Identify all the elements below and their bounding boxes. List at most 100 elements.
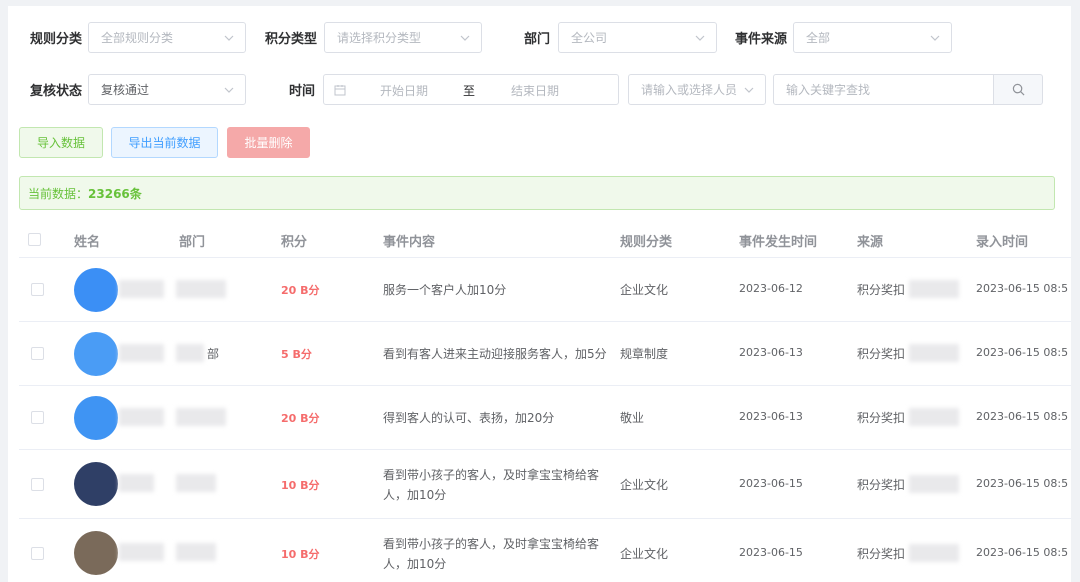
blurred-department — [176, 474, 216, 492]
source: 积分奖扣 — [857, 411, 906, 425]
chevron-down-icon — [224, 35, 234, 41]
batch-delete-button[interactable]: 批量删除 — [227, 127, 310, 158]
event-date: 2023-06-13 — [739, 346, 803, 359]
row-checkbox[interactable] — [31, 547, 44, 560]
blurred-name — [119, 344, 164, 362]
table-row[interactable]: 20 B分 得到客人的认可、表扬，加20分 敬业 2023-06-13 积分奖扣… — [19, 386, 1071, 450]
row-checkbox[interactable] — [31, 478, 44, 491]
score-type-placeholder: 请选择积分类型 — [337, 31, 422, 45]
export-current-data-button[interactable]: 导出当前数据 — [111, 127, 218, 158]
date-range-picker[interactable]: 开始日期 至 结束日期 — [323, 74, 619, 105]
blurred-source-detail — [909, 344, 959, 362]
avatar — [74, 462, 118, 506]
column-header-entry-time: 录入时间 — [976, 235, 1029, 250]
source: 积分奖扣 — [857, 547, 906, 561]
record-count-alert: 当前数据： 23266条 — [19, 176, 1055, 210]
person-select[interactable]: 请输入或选择人员 — [628, 74, 766, 105]
event-date: 2023-06-13 — [739, 410, 803, 423]
blurred-source-detail — [909, 280, 959, 298]
blurred-name — [119, 280, 164, 298]
score-type-select[interactable]: 请选择积分类型 — [324, 22, 482, 53]
row-checkbox[interactable] — [31, 347, 44, 360]
column-header-event-date: 事件发生时间 — [739, 235, 818, 250]
entry-time: 2023-06-15 08:5 — [976, 410, 1069, 423]
entry-time: 2023-06-15 08:5 — [976, 282, 1069, 295]
event-content: 看到带小孩子的客人，及时拿宝宝椅给客人，加10分 — [383, 468, 600, 502]
rule-category: 企业文化 — [620, 547, 669, 561]
score-value: 20 B分 — [281, 412, 320, 425]
table-header: 姓名 部门 积分 事件内容 规则分类 事件发生时间 来源 录入时间 — [19, 220, 1071, 258]
table-row[interactable]: 10 B分 看到带小孩子的客人，及时拿宝宝椅给客人，加10分 企业文化 2023… — [19, 450, 1071, 519]
record-count-prefix: 当前数据： — [28, 186, 89, 201]
event-date: 2023-06-15 — [739, 477, 803, 490]
blurred-name — [119, 543, 164, 561]
blurred-source-detail — [909, 475, 959, 493]
keyword-placeholder: 输入关键字查找 — [786, 83, 871, 97]
entry-time: 2023-06-15 08:5 — [976, 477, 1069, 490]
import-data-button[interactable]: 导入数据 — [19, 127, 103, 158]
blurred-source-detail — [909, 544, 959, 562]
table-row[interactable]: 10 B分 看到带小孩子的客人，及时拿宝宝椅给客人，加10分 企业文化 2023… — [19, 519, 1071, 582]
event-content: 得到客人的认可、表扬，加20分 — [383, 411, 555, 425]
rule-category-label: 规则分类 — [30, 32, 83, 47]
score-type-label: 积分类型 — [265, 32, 318, 47]
avatar — [74, 396, 118, 440]
row-checkbox[interactable] — [31, 411, 44, 424]
column-header-name: 姓名 — [74, 235, 101, 250]
select-all-checkbox[interactable] — [28, 233, 41, 246]
end-date-input[interactable]: 结束日期 — [511, 82, 559, 99]
rule-category: 敬业 — [620, 411, 645, 425]
review-status-label: 复核状态 — [30, 84, 83, 99]
entry-time: 2023-06-15 08:5 — [976, 346, 1069, 359]
rule-category: 企业文化 — [620, 283, 669, 297]
blurred-department — [176, 408, 226, 426]
avatar — [74, 531, 118, 575]
entry-time: 2023-06-15 08:5 — [976, 546, 1069, 559]
department-label: 部门 — [524, 32, 551, 47]
column-header-event-content: 事件内容 — [383, 235, 436, 250]
department-select[interactable]: 全公司 — [558, 22, 717, 53]
search-button[interactable] — [993, 74, 1043, 105]
event-content: 看到带小孩子的客人，及时拿宝宝椅给客人，加10分 — [383, 537, 600, 571]
source: 积分奖扣 — [857, 283, 906, 297]
event-content: 看到有客人进来主动迎接服务客人，加5分 — [383, 347, 607, 361]
record-count-value: 23266条 — [88, 186, 142, 201]
chevron-down-icon — [930, 35, 940, 41]
source: 积分奖扣 — [857, 478, 906, 492]
blurred-department — [176, 280, 226, 298]
chevron-down-icon — [224, 87, 234, 93]
score-value: 5 B分 — [281, 348, 312, 361]
row-checkbox[interactable] — [31, 283, 44, 296]
keyword-search-input[interactable]: 输入关键字查找 — [773, 74, 994, 105]
points-records-panel: 规则分类 全部规则分类 积分类型 请选择积分类型 部门 全公司 事件来源 全部 … — [8, 6, 1071, 582]
blurred-department — [176, 543, 216, 561]
avatar — [74, 332, 118, 376]
chevron-down-icon — [695, 35, 705, 41]
review-status-select[interactable]: 复核通过 — [88, 74, 246, 105]
table-row[interactable]: 20 B分 服务一个客户人加10分 企业文化 2023-06-12 积分奖扣 2… — [19, 258, 1071, 322]
source: 积分奖扣 — [857, 347, 906, 361]
rule-category: 企业文化 — [620, 478, 669, 492]
search-icon — [1012, 83, 1024, 96]
chevron-down-icon — [744, 87, 754, 93]
event-date: 2023-06-12 — [739, 282, 803, 295]
score-value: 20 B分 — [281, 284, 320, 297]
blurred-department — [176, 344, 204, 362]
column-header-department: 部门 — [179, 235, 206, 250]
score-value: 10 B分 — [281, 548, 320, 561]
department-value: 部 — [207, 347, 220, 361]
column-header-score: 积分 — [281, 235, 308, 250]
table-row[interactable]: 部 5 B分 看到有客人进来主动迎接服务客人，加5分 规章制度 2023-06-… — [19, 322, 1071, 386]
event-source-select[interactable]: 全部 — [793, 22, 952, 53]
column-header-rule-category: 规则分类 — [620, 235, 673, 250]
blurred-name — [119, 474, 154, 492]
review-status-value: 复核通过 — [101, 83, 150, 97]
rule-category-select[interactable]: 全部规则分类 — [88, 22, 246, 53]
score-value: 10 B分 — [281, 479, 320, 492]
rule-category: 规章制度 — [620, 347, 669, 361]
event-date: 2023-06-15 — [739, 546, 803, 559]
time-label: 时间 — [289, 84, 316, 99]
rule-category-placeholder: 全部规则分类 — [101, 31, 174, 45]
event-source-placeholder: 全部 — [806, 31, 831, 45]
start-date-input[interactable]: 开始日期 — [380, 82, 428, 99]
